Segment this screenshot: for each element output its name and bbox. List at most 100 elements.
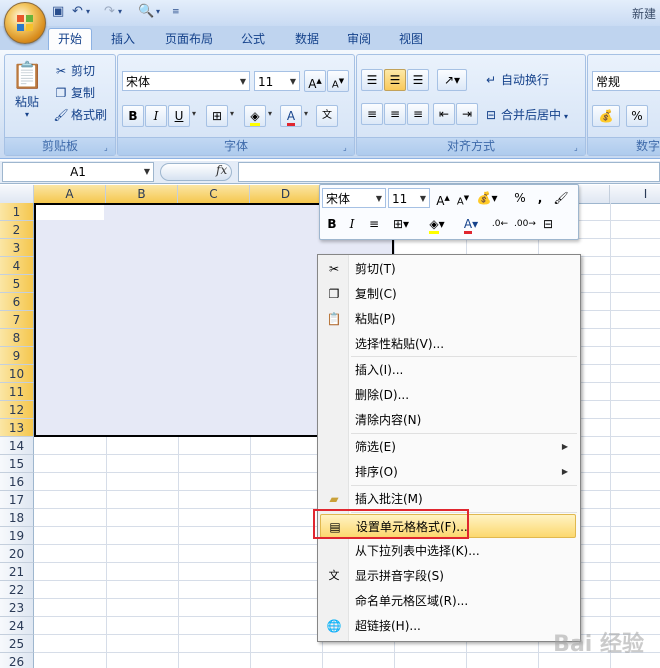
mini-brush-icon[interactable]: 🖌 [552, 188, 570, 208]
menu-item-pick-from-list[interactable]: 从下拉列表中选择(K)... [320, 539, 576, 563]
chevron-down-icon[interactable]: ▾ [230, 109, 234, 118]
dialog-launcher-icon[interactable]: ⌟ [343, 143, 352, 152]
row-header[interactable]: 14 [0, 437, 34, 455]
shrink-font-button[interactable]: A▼ [327, 70, 349, 92]
row-header[interactable]: 24 [0, 617, 34, 635]
column-header-i[interactable]: I [610, 185, 660, 203]
mini-shrink-font-icon[interactable]: A▼ [454, 188, 472, 208]
row-header[interactable]: 20 [0, 545, 34, 563]
row-header[interactable]: 23 [0, 599, 34, 617]
menu-item-filter[interactable]: 筛选(E) ▶ [320, 435, 576, 459]
dialog-launcher-icon[interactable]: ⌟ [574, 143, 583, 152]
row-header[interactable]: 1 [0, 203, 34, 221]
chevron-down-icon[interactable]: ▾ [268, 109, 272, 118]
row-header[interactable]: 8 [0, 329, 34, 347]
row-header[interactable]: 5 [0, 275, 34, 293]
row-header[interactable]: 9 [0, 347, 34, 365]
chevron-down-icon[interactable]: ▾ [118, 4, 122, 20]
insert-function-button[interactable]: fx [216, 163, 227, 177]
wrap-text-button[interactable]: ↵ 自动换行 [483, 70, 549, 90]
mini-fill-color-icon[interactable]: ◈▾ [424, 214, 450, 234]
number-format-combo[interactable]: 常规 [592, 71, 660, 91]
chevron-down-icon[interactable]: ▾ [304, 109, 308, 118]
menu-item-sort[interactable]: 排序(O) ▶ [320, 460, 576, 484]
mini-merge-icon[interactable]: ⊟ [538, 214, 558, 234]
mini-increase-decimal-icon[interactable]: .0← [490, 214, 510, 234]
mini-font-color-icon[interactable]: A▾ [458, 214, 484, 234]
customize-toolbar-icon[interactable]: ≡ [172, 4, 180, 20]
formula-input[interactable] [238, 162, 660, 182]
chevron-down-icon[interactable]: ▾ [192, 109, 196, 118]
accounting-format-button[interactable]: 💰 [592, 105, 620, 127]
menu-item-delete[interactable]: 删除(D)... [320, 383, 576, 407]
undo-icon[interactable]: ↶ [72, 4, 83, 20]
phonetic-button[interactable]: 文 [316, 105, 338, 127]
menu-item-show-phonetic[interactable]: 文 显示拼音字段(S) [320, 564, 576, 588]
menu-item-hyperlink[interactable]: 🌐 超链接(H)... [320, 614, 576, 638]
row-header[interactable]: 12 [0, 401, 34, 419]
paste-button[interactable]: 📋 粘贴 ▾ [11, 59, 43, 123]
align-right-button[interactable]: ≡ [407, 103, 429, 125]
align-bottom-button[interactable]: ☰ [407, 69, 429, 91]
menu-item-insert-comment[interactable]: ▰ 插入批注(M) [320, 487, 576, 511]
column-header-c[interactable]: C [178, 185, 250, 203]
mini-font-name-combo[interactable]: 宋体 ▼ [322, 188, 386, 208]
row-header[interactable]: 6 [0, 293, 34, 311]
row-header[interactable]: 21 [0, 563, 34, 581]
chevron-down-icon[interactable]: ▾ [156, 4, 160, 20]
tab-view[interactable]: 视图 [390, 29, 432, 49]
menu-item-paste[interactable]: 📋 粘贴(P) [320, 307, 576, 331]
decrease-indent-button[interactable]: ⇤ [433, 103, 455, 125]
underline-button[interactable]: U [168, 105, 190, 127]
mini-borders-icon[interactable]: ⊞▾ [388, 214, 414, 234]
row-header[interactable]: 3 [0, 239, 34, 257]
bold-button[interactable]: B [122, 105, 144, 127]
mini-decrease-decimal-icon[interactable]: .00→ [514, 214, 536, 234]
align-middle-button[interactable]: ☰ [384, 69, 406, 91]
column-header-a[interactable]: A [34, 185, 106, 203]
mini-center-icon[interactable]: ≡ [366, 214, 382, 234]
increase-indent-button[interactable]: ⇥ [456, 103, 478, 125]
office-button[interactable] [4, 2, 46, 44]
menu-item-copy[interactable]: ❐ 复制(C) [320, 282, 576, 306]
tab-review[interactable]: 审阅 [338, 29, 380, 49]
borders-button[interactable]: ⊞ [206, 105, 228, 127]
orientation-button[interactable]: ↗▾ [437, 69, 467, 91]
menu-item-clear-contents[interactable]: 清除内容(N) [320, 408, 576, 432]
row-header[interactable]: 25 [0, 635, 34, 653]
tab-insert[interactable]: 插入 [102, 29, 144, 49]
menu-item-cut[interactable]: ✂ 剪切(T) [320, 257, 576, 281]
mini-grow-font-icon[interactable]: A▲ [434, 188, 452, 208]
mini-font-size-combo[interactable]: 11 ▼ [388, 188, 430, 208]
tab-page-layout[interactable]: 页面布局 [156, 29, 222, 49]
save-icon[interactable]: ▣ [52, 4, 64, 20]
font-color-button[interactable]: A [280, 105, 302, 127]
align-center-button[interactable]: ≡ [384, 103, 406, 125]
name-box[interactable]: A1 ▼ [2, 162, 154, 182]
row-header[interactable]: 16 [0, 473, 34, 491]
mini-bold-button[interactable]: B [324, 214, 340, 234]
copy-button[interactable]: ❐ 复制 [53, 83, 95, 103]
row-header[interactable]: 18 [0, 509, 34, 527]
row-header[interactable]: 26 [0, 653, 34, 668]
font-name-combo[interactable]: 宋体 ▼ [122, 71, 250, 91]
align-top-button[interactable]: ☰ [361, 69, 383, 91]
mini-comma-button[interactable]: , [534, 188, 546, 208]
row-header[interactable]: 19 [0, 527, 34, 545]
tab-formulas[interactable]: 公式 [232, 29, 274, 49]
mini-accounting-icon[interactable]: 💰▾ [474, 188, 500, 208]
merge-center-button[interactable]: ⊟ 合并后居中 ▾ [483, 105, 568, 125]
tab-data[interactable]: 数据 [286, 29, 328, 49]
column-header-d[interactable]: D [250, 185, 322, 203]
menu-item-insert[interactable]: 插入(I)... [320, 358, 576, 382]
select-all-corner[interactable] [0, 185, 34, 203]
format-painter-button[interactable]: 🖌 格式刷 [53, 105, 107, 125]
align-left-button[interactable]: ≡ [361, 103, 383, 125]
font-size-combo[interactable]: 11 ▼ [254, 71, 300, 91]
row-header[interactable]: 2 [0, 221, 34, 239]
grow-font-button[interactable]: A▲ [304, 70, 326, 92]
menu-item-paste-special[interactable]: 选择性粘贴(V)... [320, 332, 576, 356]
tab-home[interactable]: 开始 [48, 28, 93, 51]
row-header[interactable]: 10 [0, 365, 34, 383]
row-header[interactable]: 13 [0, 419, 34, 437]
